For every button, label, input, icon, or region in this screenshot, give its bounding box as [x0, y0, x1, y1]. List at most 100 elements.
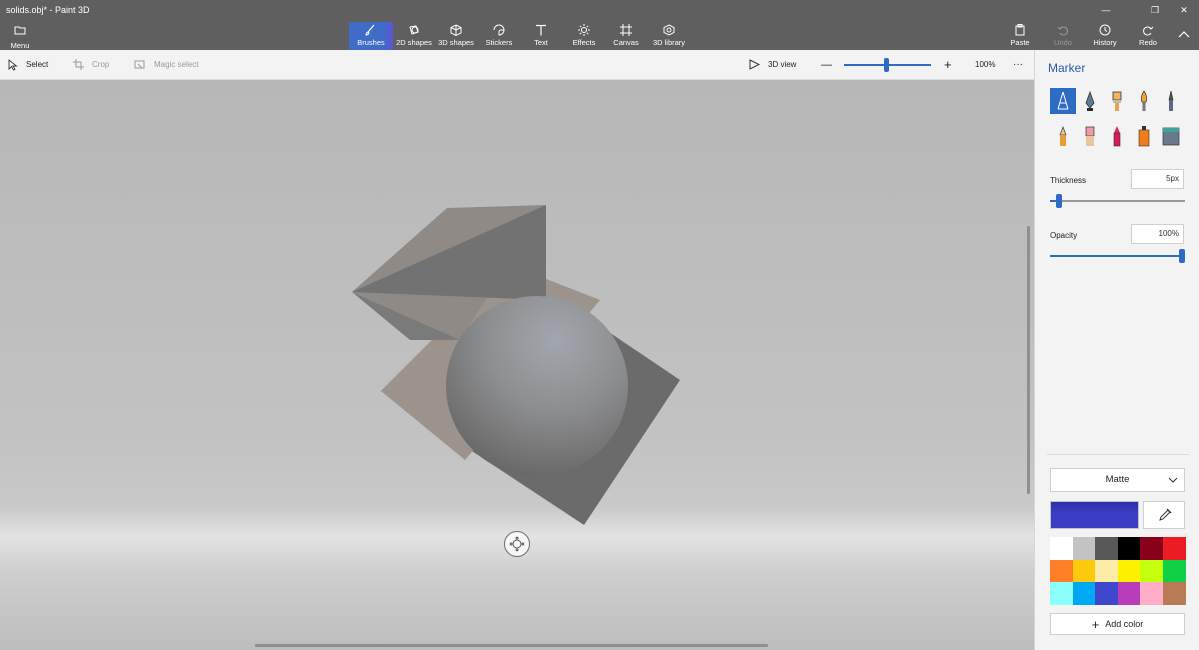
- brush-calligraphy-pen[interactable]: [1077, 88, 1103, 114]
- undo-button[interactable]: Undo: [1041, 22, 1085, 50]
- redo-button[interactable]: Redo: [1126, 22, 1170, 50]
- text-icon: [536, 24, 546, 36]
- select-button[interactable]: Select: [8, 58, 48, 72]
- canvas-icon: [620, 24, 632, 36]
- tab-label: Effects: [572, 38, 596, 47]
- tab-3d-library[interactable]: 3D library: [647, 22, 691, 50]
- palette-swatch[interactable]: [1095, 559, 1118, 583]
- palette-swatch[interactable]: [1117, 559, 1141, 583]
- thickness-slider-thumb[interactable]: [1056, 194, 1063, 208]
- color-palette: [1050, 537, 1186, 605]
- sphere-object[interactable]: [446, 296, 628, 476]
- brush-pencil[interactable]: [1050, 123, 1076, 149]
- panel-title: Marker: [1048, 61, 1086, 75]
- maximize-button[interactable]: ❐: [1148, 4, 1162, 16]
- thickness-label: Thickness: [1050, 176, 1087, 185]
- magic-select-button[interactable]: Magic select: [134, 58, 198, 72]
- finish-dropdown[interactable]: Matte: [1050, 468, 1185, 492]
- palette-swatch[interactable]: [1095, 582, 1118, 605]
- history-icon: [1099, 24, 1111, 36]
- eyedropper-icon: [1159, 508, 1172, 521]
- rotate-handle[interactable]: [504, 531, 530, 557]
- thickness-input[interactable]: 5px: [1131, 169, 1184, 189]
- palette-swatch[interactable]: [1072, 559, 1096, 583]
- undo-icon: [1057, 26, 1068, 36]
- redo-label: Redo: [1139, 38, 1157, 47]
- palette-swatch[interactable]: [1162, 582, 1186, 605]
- tab-3d-shapes[interactable]: 3D shapes: [434, 22, 478, 50]
- pixel-pen-icon: [1168, 90, 1174, 111]
- palette-swatch[interactable]: [1162, 559, 1186, 583]
- 3d-view-button[interactable]: 3D view: [749, 58, 796, 72]
- tab-label: Brushes: [357, 38, 385, 47]
- crop-button[interactable]: Crop: [73, 58, 109, 72]
- brush-oil[interactable]: [1104, 88, 1130, 114]
- crop-label: Crop: [92, 60, 110, 69]
- collapse-ribbon-button[interactable]: [1175, 26, 1193, 44]
- tab-text[interactable]: Text: [519, 22, 563, 50]
- eyedropper-button[interactable]: [1143, 501, 1185, 529]
- tab-stickers[interactable]: Stickers: [477, 22, 521, 50]
- brush-crayon[interactable]: [1104, 123, 1130, 149]
- opacity-label: Opacity: [1050, 231, 1078, 240]
- minimize-button[interactable]: —: [1099, 4, 1113, 16]
- opacity-input[interactable]: 100%: [1131, 224, 1184, 244]
- brush-eraser[interactable]: [1077, 123, 1103, 149]
- fill-bucket-icon: [1162, 127, 1180, 146]
- menu-label: Menu: [10, 41, 30, 50]
- horizontal-scrollbar[interactable]: [255, 644, 768, 647]
- oil-brush-icon: [1112, 91, 1122, 111]
- brush-spray-can[interactable]: [1131, 123, 1157, 149]
- palette-swatch[interactable]: [1050, 537, 1073, 560]
- palette-swatch[interactable]: [1050, 559, 1073, 583]
- tab-canvas[interactable]: Canvas: [604, 22, 648, 50]
- palette-swatch[interactable]: [1050, 582, 1073, 605]
- stickers-icon: [493, 24, 505, 36]
- zoom-level: 100%: [975, 60, 996, 69]
- palette-swatch[interactable]: [1140, 582, 1163, 605]
- palette-swatch[interactable]: [1117, 582, 1141, 605]
- zoom-out-button[interactable]: —: [821, 58, 832, 72]
- tab-2d-shapes[interactable]: 2D shapes: [392, 22, 436, 50]
- palette-swatch[interactable]: [1072, 582, 1096, 605]
- palette-swatch[interactable]: [1140, 559, 1163, 583]
- current-color-swatch[interactable]: [1050, 501, 1139, 529]
- zoom-slider-thumb[interactable]: [884, 58, 889, 72]
- zoom-in-button[interactable]: +: [944, 58, 952, 72]
- calligraphy-pen-icon: [1085, 90, 1095, 111]
- add-color-button[interactable]: + Add color: [1050, 613, 1185, 635]
- brush-fill[interactable]: [1158, 123, 1184, 149]
- opacity-slider-thumb[interactable]: [1179, 249, 1185, 263]
- brush-marker[interactable]: [1050, 88, 1076, 114]
- spray-can-icon: [1138, 126, 1150, 147]
- palette-swatch[interactable]: [1095, 537, 1118, 560]
- canvas-area[interactable]: [0, 80, 1034, 650]
- more-options-button[interactable]: ···: [1013, 58, 1023, 72]
- brush-panel: Marker Thickness 5px Opacity 100% Matte: [1034, 50, 1199, 650]
- tab-label: Canvas: [613, 38, 639, 47]
- eraser-icon: [1085, 126, 1095, 146]
- paste-button[interactable]: Paste: [998, 22, 1042, 50]
- palette-swatch[interactable]: [1162, 537, 1186, 560]
- paste-icon: [1015, 24, 1025, 36]
- brush-watercolor[interactable]: [1131, 88, 1157, 114]
- vertical-scrollbar[interactable]: [1027, 226, 1030, 494]
- history-label: History: [1093, 38, 1117, 47]
- opacity-slider-track[interactable]: [1050, 255, 1185, 257]
- chevron-down-icon: [1168, 477, 1178, 483]
- palette-swatch[interactable]: [1117, 537, 1141, 560]
- add-color-label: Add color: [1105, 619, 1144, 629]
- history-button[interactable]: History: [1083, 22, 1127, 50]
- paste-label: Paste: [1010, 38, 1030, 47]
- palette-swatch[interactable]: [1072, 537, 1096, 560]
- crop-icon: [73, 59, 84, 71]
- menu-button[interactable]: Menu: [6, 22, 34, 50]
- thickness-slider-track[interactable]: [1050, 200, 1185, 202]
- palette-swatch[interactable]: [1140, 537, 1163, 560]
- tab-brushes[interactable]: Brushes: [349, 22, 393, 50]
- tab-label: 2D shapes: [396, 38, 432, 47]
- 3d-scene[interactable]: [0, 80, 1034, 650]
- brush-pixel-pen[interactable]: [1158, 88, 1184, 114]
- tab-effects[interactable]: Effects: [562, 22, 606, 50]
- close-button[interactable]: ✕: [1177, 4, 1191, 16]
